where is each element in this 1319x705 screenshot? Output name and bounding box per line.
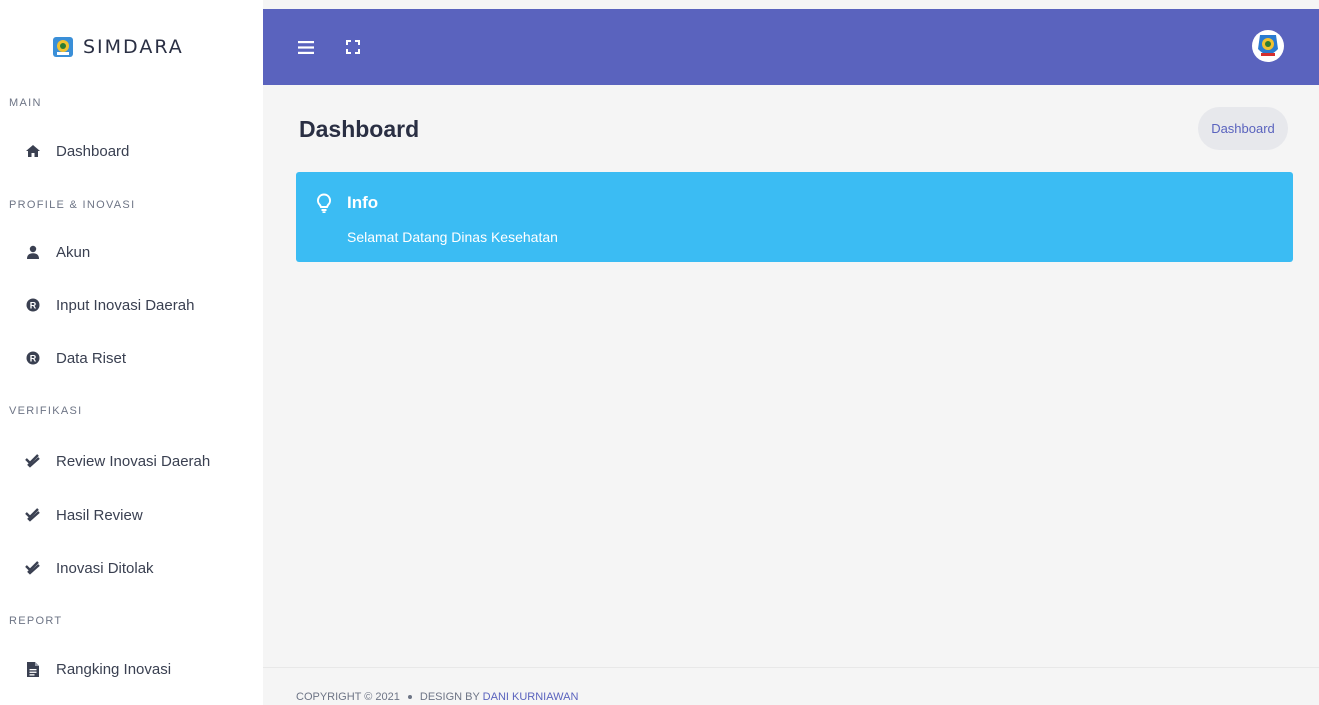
home-icon — [24, 142, 42, 160]
brand-logo-icon — [53, 37, 73, 57]
hamburger-icon — [298, 40, 314, 54]
alert-title: Info — [347, 193, 379, 212]
footer: COPYRIGHT © 2021 DESIGN BY DANI KURNIAWAN — [296, 691, 578, 703]
footer-divider — [263, 667, 1319, 668]
emblem-avatar[interactable] — [1251, 29, 1285, 63]
brand[interactable]: SIMDARA — [52, 34, 184, 60]
sidebar-item-label: Inovasi Ditolak — [56, 559, 154, 577]
footer-author-link[interactable]: DANI KURNIAWAN — [483, 691, 579, 703]
sidebar-item-data-riset[interactable]: R Data Riset — [24, 343, 126, 373]
footer-design-by: DESIGN BY — [419, 691, 480, 703]
sidebar-item-rangking-inovasi[interactable]: Rangking Inovasi — [24, 654, 171, 684]
sidebar-item-hasil-review[interactable]: Hasil Review — [24, 500, 143, 530]
double-check-icon — [24, 452, 42, 470]
sidebar-item-dashboard[interactable]: Dashboard — [24, 136, 129, 166]
brand-name: SIMDARA — [83, 36, 184, 58]
sidebar-item-label: Input Inovasi Daerah — [56, 296, 195, 314]
footer-copyright: COPYRIGHT © 2021 — [296, 691, 400, 703]
user-icon — [24, 243, 42, 261]
sidebar-item-label: Akun — [56, 243, 91, 261]
double-check-icon — [24, 506, 42, 524]
sidebar-item-akun[interactable]: Akun — [24, 237, 90, 267]
alert-message: Selamat Datang Dinas Kesehatan — [347, 229, 558, 245]
svg-text:R: R — [30, 353, 37, 363]
section-title-main: MAIN — [9, 97, 42, 109]
sidebar-toggle-button[interactable] — [294, 35, 318, 59]
sidebar-item-label: Hasil Review — [56, 506, 143, 524]
registered-icon: R — [24, 296, 42, 314]
svg-text:R: R — [30, 300, 37, 310]
section-title-profile-inovasi: PROFILE & INOVASI — [9, 199, 136, 211]
sidebar-item-label: Review Inovasi Daerah — [56, 452, 211, 470]
page-title: Dashboard — [299, 116, 420, 142]
footer-separator-dot — [407, 695, 412, 700]
fullscreen-button[interactable] — [341, 35, 365, 59]
lightbulb-icon — [316, 193, 332, 213]
section-title-verifikasi: VERIFIKASI — [9, 405, 83, 417]
file-icon — [24, 660, 42, 678]
registered-icon: R — [24, 349, 42, 367]
sidebar-item-label: Dashboard — [56, 142, 130, 160]
fullscreen-icon — [346, 40, 360, 54]
sidebar-item-input-inovasi-daerah[interactable]: R Input Inovasi Daerah — [24, 290, 194, 320]
sidebar-item-label: Rangking Inovasi — [56, 660, 172, 678]
section-title-report: REPORT — [9, 615, 63, 627]
sidebar-item-inovasi-ditolak[interactable]: Inovasi Ditolak — [24, 553, 154, 583]
breadcrumb[interactable]: Dashboard — [1198, 107, 1288, 150]
double-check-icon — [24, 559, 42, 577]
info-alert: Info Selamat Datang Dinas Kesehatan — [296, 172, 1293, 262]
sidebar-item-review-inovasi-daerah[interactable]: Review Inovasi Daerah — [24, 446, 210, 476]
sidebar-item-label: Data Riset — [56, 349, 127, 367]
sidebar: SIMDARA MAIN Dashboard PROFILE & INOVASI… — [0, 0, 263, 705]
topbar — [263, 9, 1319, 85]
